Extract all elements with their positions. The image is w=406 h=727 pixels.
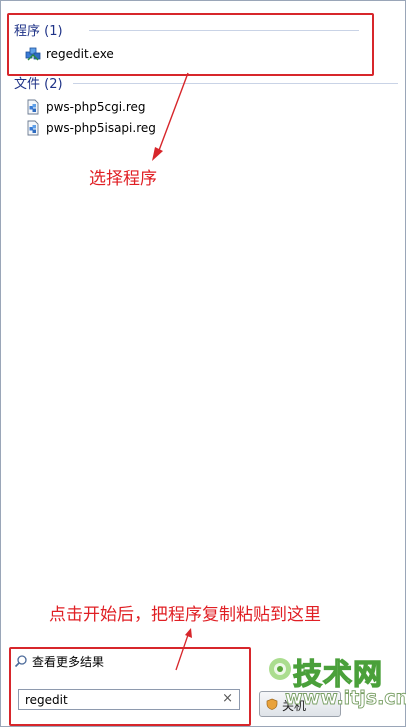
start-menu-results-panel: 程序 (1) regedit.exe 文件 (2) pws-php5cgi.re… [0,0,406,727]
watermark-logo-icon [269,658,291,680]
file-item-label: pws-php5cgi.reg [46,100,146,114]
annotation-box-program [7,13,374,76]
annotation-paste-instruction: 点击开始后，把程序复制粘贴到这里 [49,605,321,625]
reg-file-icon [27,120,39,136]
site-watermark: 技术网 www.itjs.cn [267,653,406,721]
file-item-label: pws-php5isapi.reg [46,121,156,135]
reg-file-icon [27,99,39,115]
annotation-select-program: 选择程序 [89,169,157,189]
file-item-php5isapi[interactable]: pws-php5isapi.reg [25,119,156,137]
files-group-divider [73,83,398,84]
file-item-php5cgi[interactable]: pws-php5cgi.reg [25,98,146,116]
watermark-url: www.itjs.cn [285,687,406,710]
annotation-box-search [9,647,251,726]
annotation-arrow-up-icon [152,72,189,161]
